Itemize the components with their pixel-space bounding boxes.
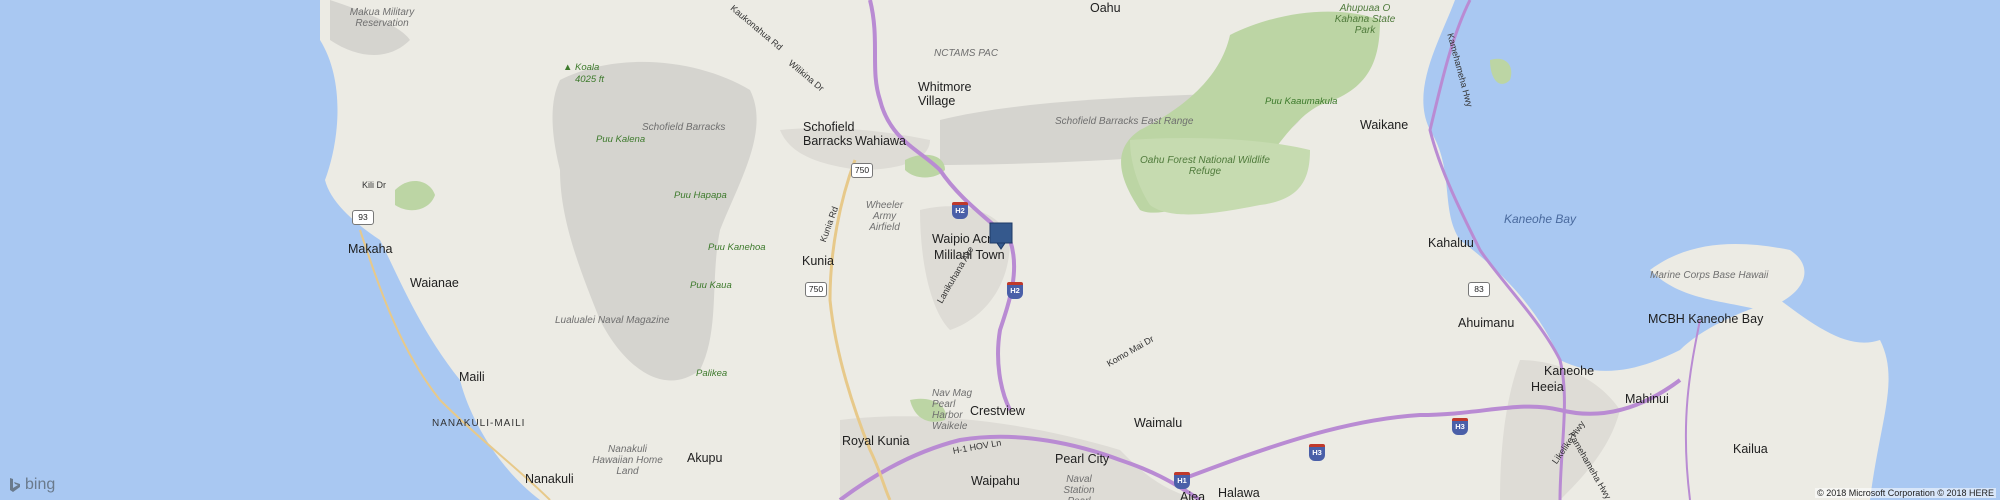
kunia-label: Kunia <box>802 254 834 268</box>
koala-elevation: 4025 ft <box>575 74 605 85</box>
puu-kaaumakula-label: Puu Kaaumakula <box>1265 96 1338 107</box>
waikane-label: Waikane <box>1360 118 1409 132</box>
bing-logo: bing <box>8 476 55 494</box>
oahu-forest-label: Oahu Forest National Wildlife Refuge <box>1140 155 1270 177</box>
halawa-label: Halawa <box>1218 486 1260 500</box>
map-viewport[interactable]: Makua Military Reservation ▲ Koala 4025 … <box>0 0 2000 500</box>
royal-kunia-label: Royal Kunia <box>842 434 910 448</box>
schofield-east-label: Schofield Barracks East Range <box>1055 116 1194 127</box>
puu-kaua-label: Puu Kaua <box>690 280 732 291</box>
nanakuli-home-label: Nanakuli Hawaiian Home Land <box>592 444 663 477</box>
whitmore-label: Whitmore Village <box>918 80 972 108</box>
ahuimanu-label: Ahuimanu <box>1458 316 1515 330</box>
wahiawa-label: Wahiawa <box>855 134 906 148</box>
crestview-label: Crestview <box>970 404 1025 418</box>
ahupuaa-label: Ahupuaa O Kahana State Park <box>1334 3 1396 36</box>
akupu-label: Akupu <box>687 451 723 465</box>
interstate-h2b-shield: H2 <box>1007 282 1023 299</box>
makaha-label: Makaha <box>348 242 393 256</box>
schofield-label: Schofield Barracks <box>803 120 855 148</box>
bing-logo-text: bing <box>25 476 56 493</box>
waimalu-label: Waimalu <box>1134 416 1183 430</box>
koala-label: Koala <box>575 62 600 73</box>
peak-marker-icon: ▲ <box>563 62 573 73</box>
puu-kalena-label: Puu Kalena <box>596 134 646 145</box>
route-750b-shield: 750 <box>805 282 827 297</box>
puu-kanehoa-label: Puu Kanehoa <box>708 242 766 253</box>
location-pin-icon[interactable] <box>989 222 1013 257</box>
interstate-h2-shield: H2 <box>952 202 968 219</box>
interstate-h3b-shield: H3 <box>1452 418 1468 435</box>
lualualei-label: Lualualei Naval Magazine <box>555 315 670 326</box>
nctams-label: NCTAMS PAC <box>934 48 999 59</box>
bing-logo-icon <box>10 478 20 492</box>
makua-label: Makua Military Reservation <box>349 7 415 29</box>
route-93-shield: 93 <box>352 210 374 225</box>
nanakuli-maili-label: NANAKULI-MAILI <box>432 418 526 429</box>
oahu-label: Oahu <box>1090 1 1121 15</box>
wheeler-label: Wheeler Army Airfield <box>865 200 904 233</box>
aiea-label: Aiea <box>1180 490 1206 500</box>
mcbh-label: MCBH Kaneohe Bay <box>1648 312 1764 326</box>
kahaluu-label: Kahaluu <box>1428 236 1474 250</box>
schofield-mil-label: Schofield Barracks <box>642 122 726 133</box>
mahinui-label: Mahinui <box>1625 392 1669 406</box>
navmag-label: Nav Mag Pearl Harbor Waikele <box>932 388 973 432</box>
kailua-label: Kailua <box>1733 442 1768 456</box>
maili-label: Maili <box>459 370 485 384</box>
pearl-city-label: Pearl City <box>1055 452 1110 466</box>
nanakuli-label: Nanakuli <box>525 472 574 486</box>
interstate-h3-shield: H3 <box>1309 444 1325 461</box>
kili-dr-label: Kili Dr <box>362 180 386 190</box>
interstate-h1-shield: H1 <box>1174 472 1190 489</box>
kaneohe-bay-label: Kaneohe Bay <box>1504 212 1577 226</box>
kaneohe-label: Kaneohe <box>1544 364 1595 378</box>
naval-station-label: Naval Station Pearl <box>1063 474 1095 500</box>
puu-hapapa-label: Puu Hapapa <box>674 190 727 201</box>
marine-label: Marine Corps Base Hawaii <box>1650 270 1769 281</box>
waianae-label: Waianae <box>410 276 459 290</box>
route-750-shield: 750 <box>851 163 873 178</box>
route-83-shield: 83 <box>1468 282 1490 297</box>
heeia-label: Heeia <box>1531 380 1564 394</box>
palikea-label: Palikea <box>696 368 728 379</box>
waipahu-label: Waipahu <box>971 474 1020 488</box>
copyright-text: © 2018 Microsoft Corporation © 2018 HERE <box>1815 488 1996 498</box>
